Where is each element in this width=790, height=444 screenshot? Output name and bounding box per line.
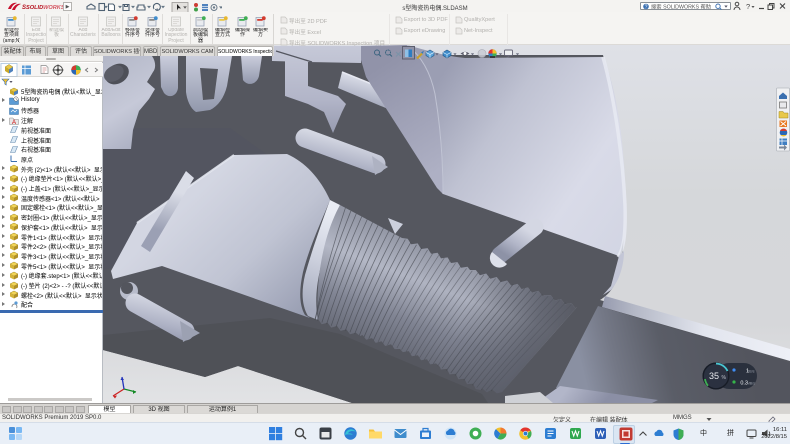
svg-text:搜索 SOLIDWORKS 帮助: 搜索 SOLIDWORKS 帮助 xyxy=(651,3,711,10)
svg-text:35: 35 xyxy=(709,371,719,381)
svg-text:?: ? xyxy=(746,2,750,11)
svg-text:%: % xyxy=(722,375,727,381)
svg-text:KB/s: KB/s xyxy=(747,370,755,374)
svg-text:?: ? xyxy=(645,5,648,10)
svg-text:SSOLIDWORKS: SSOLIDWORKS xyxy=(22,5,65,11)
svg-text:MB/s: MB/s xyxy=(747,382,755,386)
